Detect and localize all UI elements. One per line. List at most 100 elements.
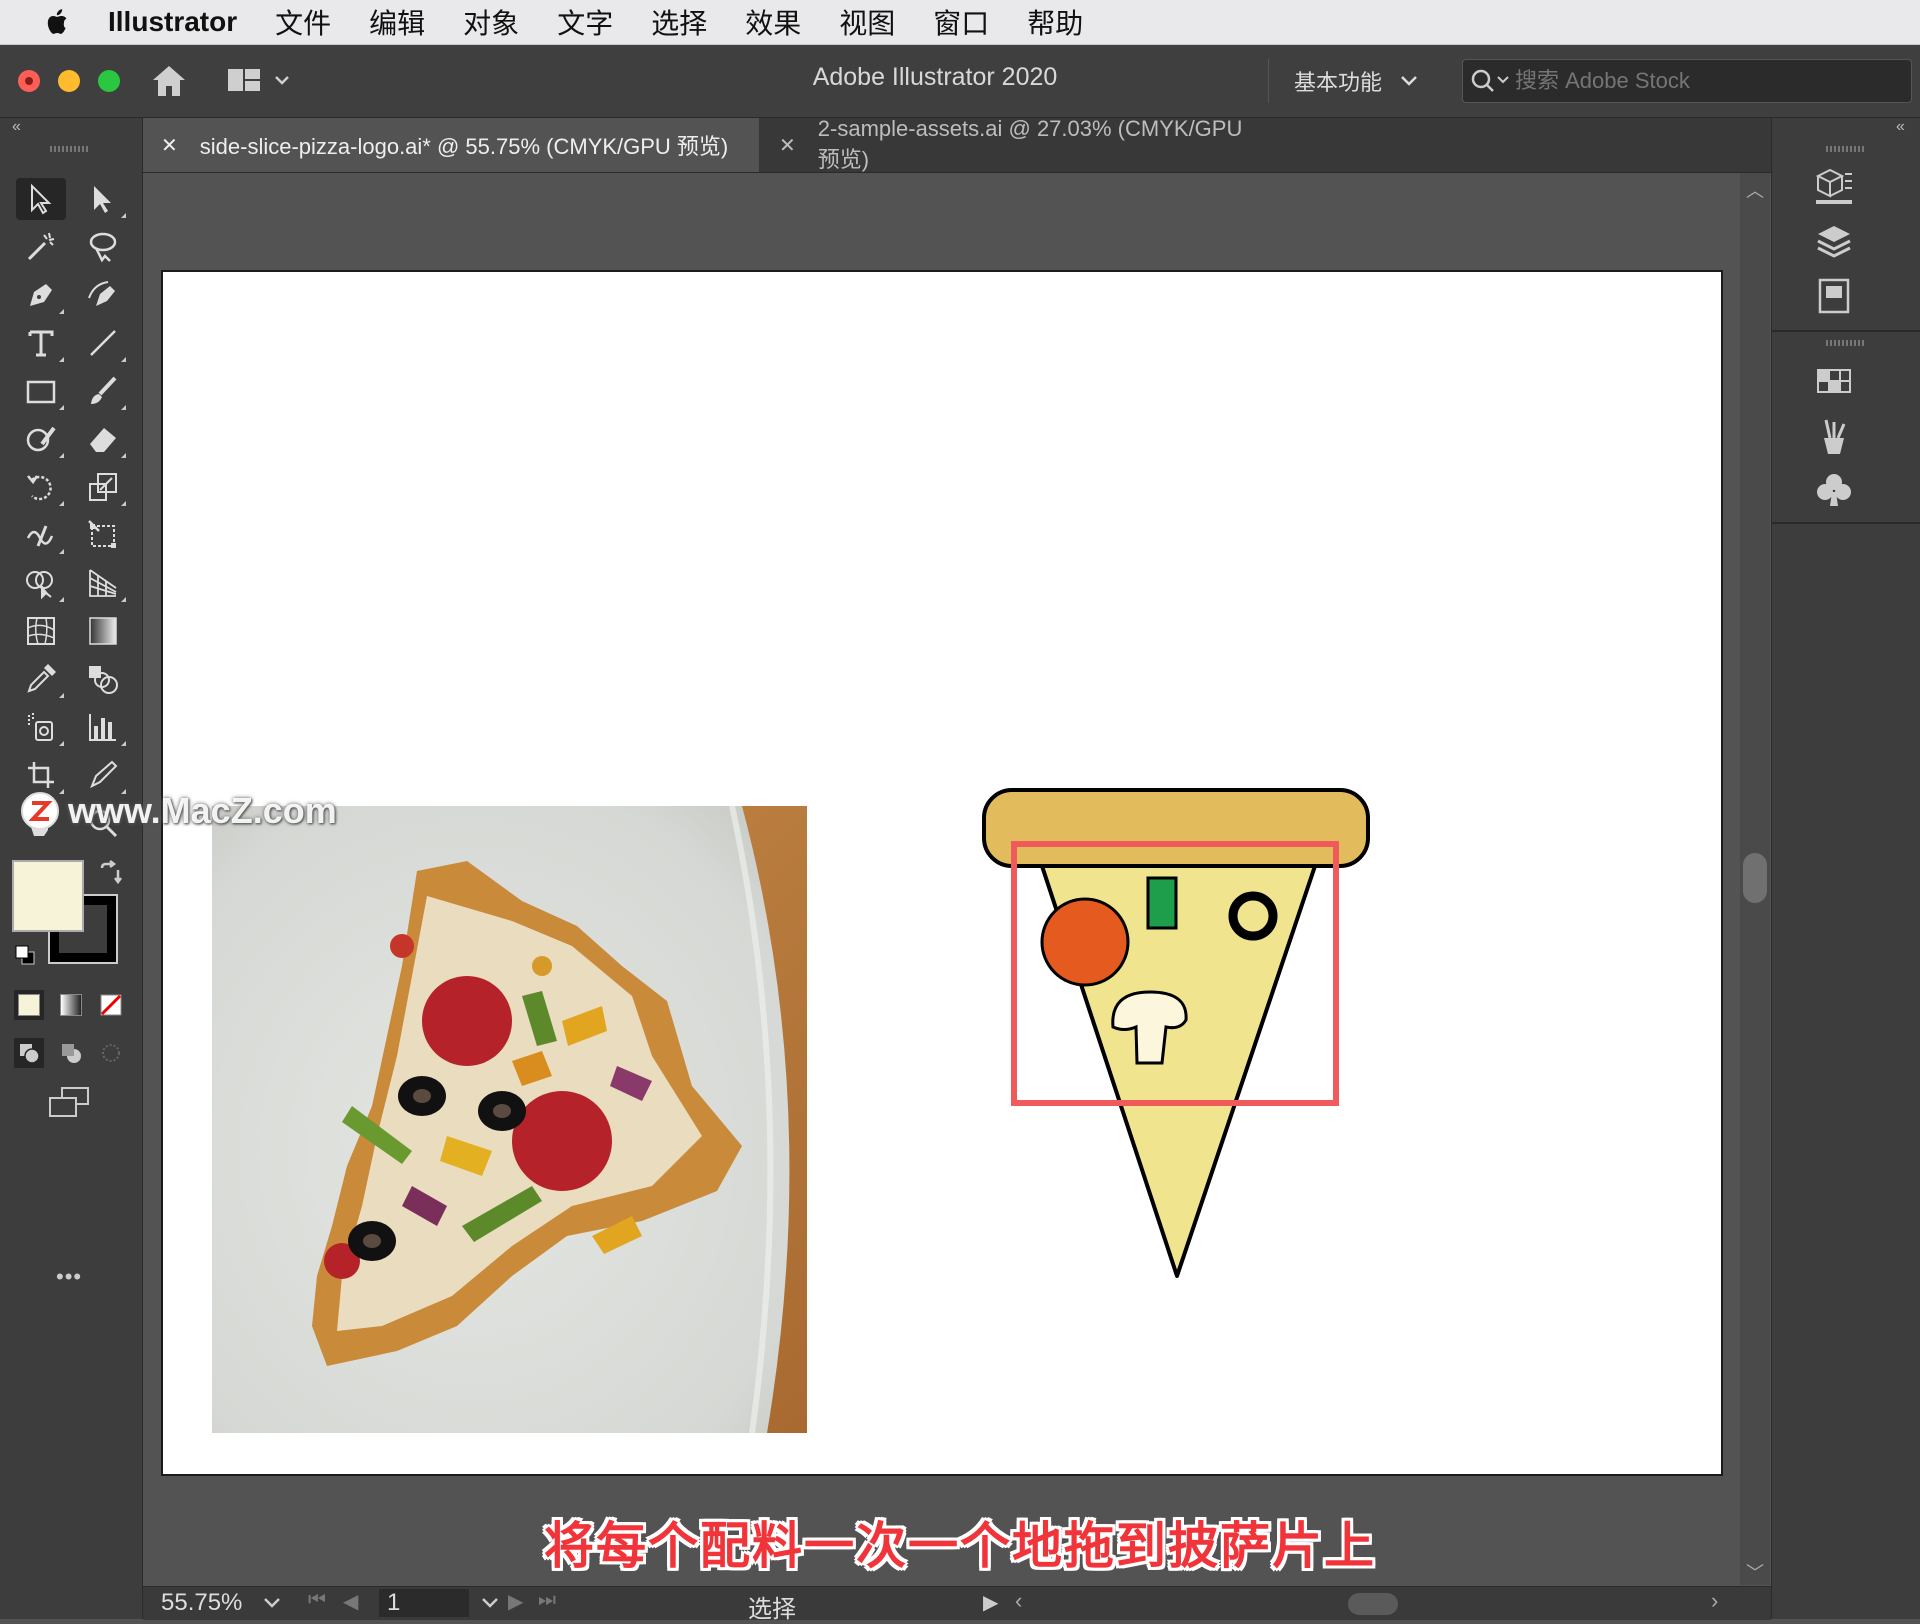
tool-group-indicator — [59, 309, 64, 314]
free-transform-tool[interactable] — [78, 514, 128, 556]
shaper-tool[interactable] — [16, 418, 66, 460]
direct-selection-tool[interactable] — [78, 178, 128, 220]
draw-behind-button[interactable] — [56, 1038, 86, 1068]
status-menu-arrow-icon[interactable]: ▶ — [983, 1590, 998, 1615]
pen-tool[interactable] — [16, 274, 66, 316]
eyedropper-icon — [27, 664, 56, 693]
shape-builder-icon — [26, 571, 53, 600]
rectangle-tool[interactable] — [16, 370, 66, 412]
watermark: www.MacZ.com — [20, 790, 337, 832]
scroll-down-icon[interactable]: ﹀ — [1746, 1559, 1764, 1585]
mesh-tool[interactable] — [16, 610, 66, 652]
gradient-tool[interactable] — [78, 610, 128, 652]
lasso-icon — [89, 232, 117, 263]
draw-inside-icon — [102, 1044, 120, 1062]
next-artboard-icon[interactable]: ▶ — [508, 1589, 523, 1614]
app-menu-illustrator[interactable]: Illustrator — [108, 6, 237, 38]
zoom-dropdown-icon[interactable] — [263, 1597, 281, 1609]
menu-file[interactable]: 文件 — [275, 2, 331, 42]
draw-normal-icon — [20, 1044, 40, 1064]
line-segment-tool[interactable] — [78, 322, 128, 364]
tool-group-indicator — [59, 693, 64, 698]
symbol-sprayer-icon — [28, 713, 53, 741]
curvature-tool[interactable] — [78, 274, 128, 316]
first-artboard-icon[interactable]: ⏮ — [308, 1589, 326, 1612]
panel-grip[interactable] — [50, 146, 90, 152]
layers-icon[interactable] — [1812, 222, 1856, 262]
screen-mode-button[interactable] — [46, 1084, 94, 1125]
column-graph-tool[interactable] — [78, 706, 128, 748]
tool-group-indicator — [121, 501, 126, 506]
perspective-grid-icon — [89, 569, 117, 597]
apple-logo-icon[interactable] — [38, 5, 78, 39]
horizontal-scroll-thumb[interactable] — [1348, 1593, 1398, 1615]
collapse-panel-icon[interactable]: « — [12, 118, 21, 136]
close-tab-icon[interactable]: ✕ — [161, 133, 178, 158]
symbol-sprayer-tool[interactable] — [16, 706, 66, 748]
warp-tool[interactable] — [16, 514, 66, 556]
scroll-left-icon[interactable]: ‹ — [1015, 1588, 1022, 1614]
draw-behind-icon — [62, 1044, 81, 1063]
zoom-level[interactable]: 55.75% — [161, 1589, 242, 1617]
eraser-icon — [90, 428, 116, 452]
magic-wand-tool[interactable] — [16, 226, 66, 268]
edit-toolbar-button[interactable]: ••• — [56, 1264, 82, 1290]
status-bar: 55.75% ⏮ ◀ 1 ▶ ⏭ 选择 ▶ ‹ › — [143, 1586, 1771, 1623]
workspace-switcher[interactable]: 基本功能 — [1294, 65, 1418, 97]
menu-object[interactable]: 对象 — [463, 2, 519, 42]
paintbrush-tool[interactable] — [78, 370, 128, 412]
scroll-up-icon[interactable]: ︿ — [1746, 177, 1764, 203]
gradient-icon — [89, 617, 117, 645]
close-tab-icon[interactable]: ✕ — [779, 133, 796, 158]
color-mode-button[interactable] — [14, 990, 44, 1020]
last-artboard-icon[interactable]: ⏭ — [538, 1589, 556, 1612]
pizza-photo[interactable] — [212, 806, 807, 1433]
perspective-grid-tool[interactable] — [78, 562, 128, 604]
shape-builder-tool[interactable] — [16, 562, 66, 604]
swap-fill-stroke-icon[interactable] — [98, 860, 124, 891]
blend-tool[interactable] — [78, 658, 128, 700]
tab-2-sample-assets[interactable]: ✕ 2-sample-assets.ai @ 27.03% (CMYK/GPU … — [761, 116, 1261, 172]
scroll-right-icon[interactable]: › — [1711, 1588, 1718, 1614]
rotate-tool[interactable] — [16, 466, 66, 508]
symbols-club-icon[interactable] — [1812, 470, 1856, 510]
eyedropper-tool[interactable] — [16, 658, 66, 700]
draw-inside-button[interactable] — [96, 1038, 126, 1068]
menu-bar: Illustrator 文件 编辑 对象 文字 选择 效果 视图 窗口 帮助 — [0, 0, 1920, 45]
artboards-icon[interactable] — [1812, 276, 1856, 316]
panel-grip[interactable] — [1826, 146, 1866, 152]
rectangle-icon — [26, 380, 56, 404]
menu-help[interactable]: 帮助 — [1027, 2, 1083, 42]
selection-tool[interactable] — [16, 178, 66, 220]
lasso-tool[interactable] — [78, 226, 128, 268]
artboard-dropdown-icon[interactable] — [481, 1597, 499, 1609]
menu-view[interactable]: 视图 — [839, 2, 895, 42]
gradient-mode-button[interactable] — [56, 990, 86, 1020]
menu-window[interactable]: 窗口 — [933, 2, 989, 42]
default-fill-stroke-icon[interactable] — [14, 944, 36, 971]
scale-tool[interactable] — [78, 466, 128, 508]
eraser-tool[interactable] — [78, 418, 128, 460]
search-input[interactable] — [1513, 67, 1877, 95]
vertical-scrollbar[interactable]: ︿ ﹀ — [1740, 173, 1770, 1585]
menu-select[interactable]: 选择 — [651, 2, 707, 42]
libraries-icon[interactable] — [1812, 166, 1856, 206]
collapse-right-panel-icon[interactable]: « — [1896, 118, 1905, 136]
artboard-number-field[interactable]: 1 — [379, 1589, 469, 1617]
menu-effect[interactable]: 效果 — [745, 2, 801, 42]
tutorial-caption: 将每个配料一次一个地拖到披萨片上 — [544, 1518, 1376, 1574]
none-mode-button[interactable] — [96, 990, 126, 1020]
tab-side-slice-pizza-logo[interactable]: ✕ side-slice-pizza-logo.ai* @ 55.75% (CM… — [143, 118, 759, 172]
menu-type[interactable]: 文字 — [557, 2, 613, 42]
previous-artboard-icon[interactable]: ◀ — [343, 1589, 358, 1614]
stock-search-box[interactable] — [1462, 59, 1912, 103]
menu-edit[interactable]: 编辑 — [369, 2, 425, 42]
tool-group-indicator — [59, 741, 64, 746]
panel-grip[interactable] — [1826, 340, 1866, 346]
swatches-icon[interactable] — [1812, 362, 1856, 402]
type-tool[interactable] — [16, 322, 66, 364]
draw-normal-button[interactable] — [14, 1038, 44, 1068]
brushes-icon[interactable] — [1812, 416, 1856, 456]
fill-swatch[interactable] — [12, 860, 84, 932]
vertical-scroll-thumb[interactable] — [1743, 853, 1767, 903]
